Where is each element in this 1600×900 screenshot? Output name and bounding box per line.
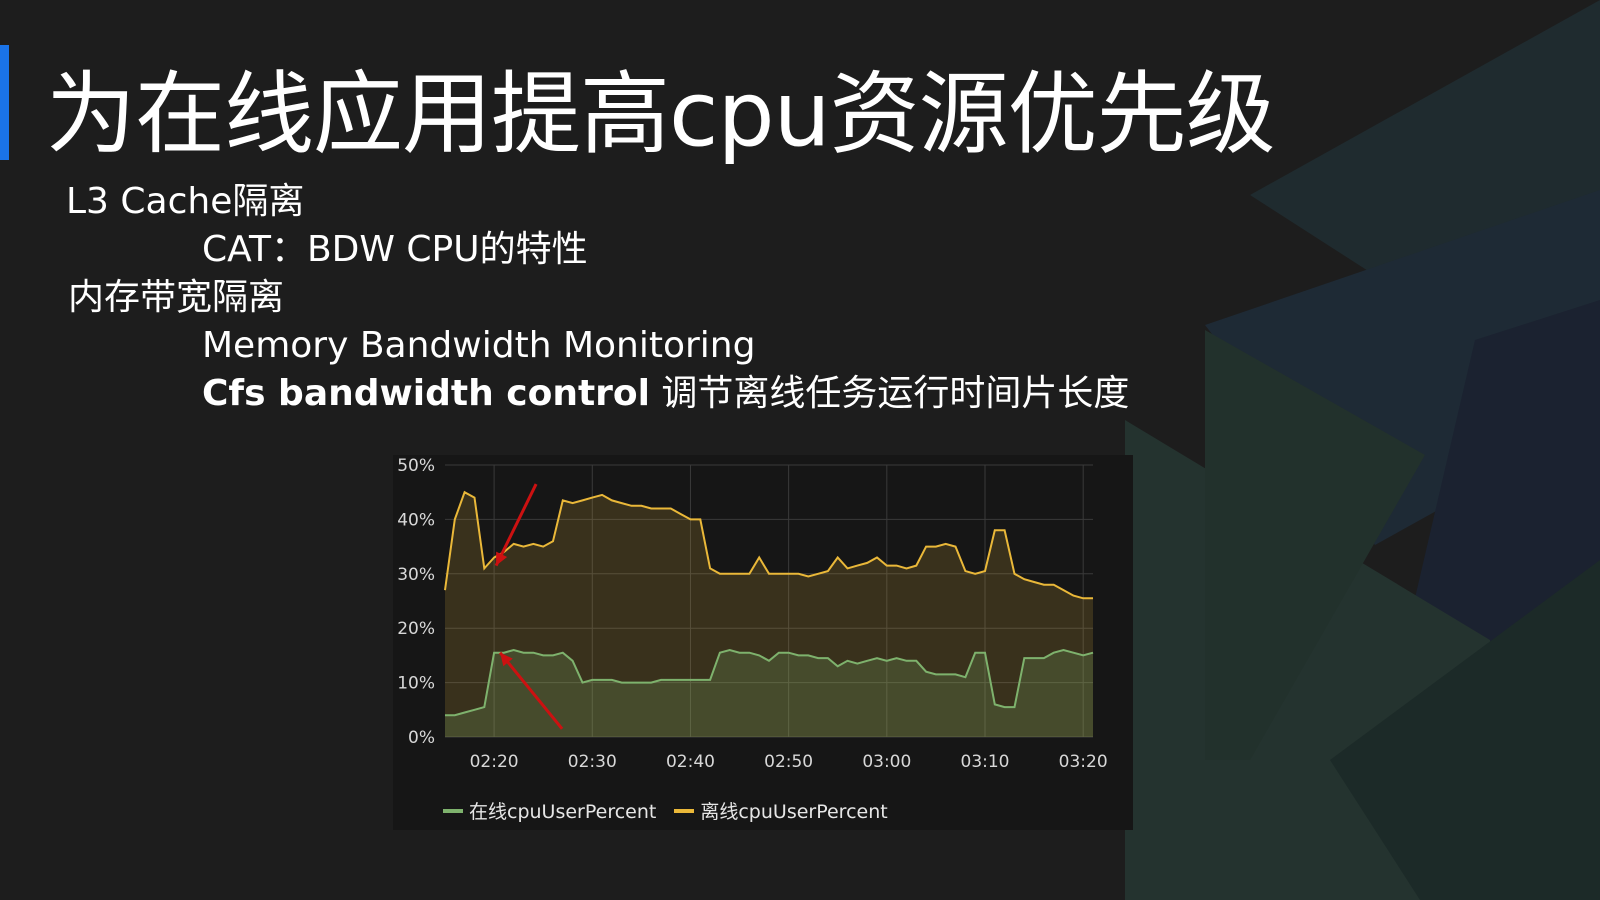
bullet-cat: CAT：BDW CPU的特性 — [202, 229, 588, 270]
y-tick-label: 10% — [397, 674, 435, 694]
x-tick-label: 02:40 — [666, 752, 715, 772]
cpu-chart: 0% 10% 20% 30% 40% 50% 02:20 02:30 02:40 02:50 03:… — [397, 456, 1108, 772]
bullet-mbm: Memory Bandwidth Monitoring — [202, 325, 756, 366]
y-tick-label: 0% — [408, 728, 435, 748]
x-tick-label: 03:10 — [961, 752, 1010, 772]
bullet-l3-cache: L3 Cache隔离 — [66, 181, 305, 222]
x-tick-label: 03:20 — [1059, 752, 1108, 772]
y-tick-label: 40% — [397, 510, 435, 530]
x-tick-label: 03:00 — [862, 752, 911, 772]
title-accent-bar — [0, 45, 9, 160]
x-tick-label: 02:20 — [470, 752, 519, 772]
legend-swatch-online — [443, 808, 463, 813]
legend-item-online[interactable]: 在线cpuUserPercent — [443, 797, 656, 824]
legend-item-offline[interactable]: 离线cpuUserPercent — [674, 797, 888, 824]
chart-legend: 在线cpuUserPercent 离线cpuUserPercent — [443, 797, 906, 824]
x-tick-label: 02:30 — [568, 752, 617, 772]
bullet-cfs: Cfs bandwidth control 调节离线任务运行时间片长度 — [202, 372, 1129, 416]
cpu-chart-panel: 0% 10% 20% 30% 40% 50% 02:20 02:30 02:40 02:50 03:… — [393, 455, 1133, 830]
legend-swatch-offline — [674, 808, 695, 813]
legend-label-offline: 离线cpuUserPercent — [700, 801, 888, 823]
y-tick-label: 20% — [397, 619, 435, 639]
legend-label-online: 在线cpuUserPercent — [469, 801, 657, 823]
slide-title: 为在线应用提高cpu资源优先级 — [46, 62, 1276, 167]
y-tick-label: 30% — [397, 565, 435, 585]
x-tick-label: 02:50 — [764, 752, 813, 772]
y-tick-label: 50% — [397, 456, 435, 476]
bullet-cfs-bold: Cfs bandwidth control — [202, 373, 650, 414]
bullet-cfs-rest: 调节离线任务运行时间片长度 — [649, 373, 1130, 414]
bullet-memory-bandwidth: 内存带宽隔离 — [68, 277, 285, 318]
